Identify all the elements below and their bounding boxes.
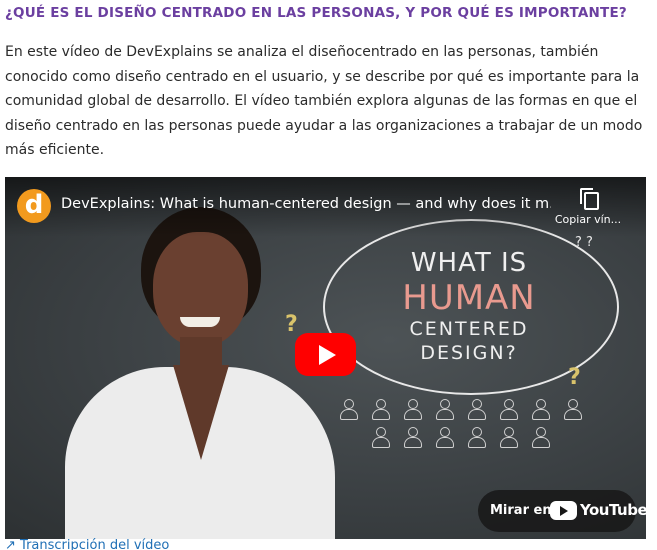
youtube-logo-icon	[550, 501, 577, 520]
copy-icon	[577, 187, 599, 210]
external-link-icon: ↗	[5, 538, 16, 550]
copy-link-label: Copiar vín...	[554, 213, 622, 226]
thumbnail-line-2: HUMAN	[402, 278, 536, 318]
person-figure-icon	[371, 427, 390, 448]
person-figure-icon	[339, 399, 358, 420]
watch-on-label: Mirar en	[490, 503, 552, 518]
copy-link-button[interactable]: Copiar vín...	[549, 187, 627, 233]
youtube-wordmark: YouTube	[580, 501, 646, 519]
thumbnail-headline: WHAT IS HUMAN CENTERED DESIGN?	[323, 247, 615, 365]
video-player[interactable]: WHAT IS HUMAN CENTERED DESIGN? ? ? ? ? d…	[5, 177, 646, 539]
person-figure-icon	[435, 399, 454, 420]
person-figure-icon	[531, 427, 550, 448]
play-icon	[319, 345, 336, 365]
question-mark-icon: ?	[285, 312, 298, 337]
thumbnail-line-4: DESIGN?	[420, 342, 518, 364]
thumbnail-line-3: CENTERED	[409, 318, 529, 340]
person-figure-icon	[435, 427, 454, 448]
person-figure-icon	[403, 399, 422, 420]
channel-logo[interactable]: d	[17, 189, 51, 223]
person-figure-icon	[563, 399, 582, 420]
question-mark-icon: ?	[568, 365, 581, 390]
person-figure-icon	[499, 427, 518, 448]
thumbnail-line-1: WHAT IS	[410, 248, 528, 278]
transcript-link-label: Transcripción del vídeo	[20, 538, 170, 550]
presenter-face	[153, 232, 248, 347]
section-heading: ¿QUÉ ES EL DISEÑO CENTRADO EN LAS PERSON…	[5, 5, 627, 21]
question-marks-doodle-icon: ? ?	[575, 235, 593, 250]
section-description: En este vídeo de DevExplains se analiza …	[5, 44, 643, 158]
person-figure-icon	[499, 399, 518, 420]
person-figure-icon	[531, 399, 550, 420]
person-figure-icon	[467, 427, 486, 448]
watch-on-youtube-button[interactable]: Mirar en YouTube	[478, 490, 646, 532]
person-figure-icon	[403, 427, 422, 448]
play-button[interactable]	[295, 333, 356, 376]
person-figure-icon	[371, 399, 390, 420]
presenter-smile	[180, 317, 220, 327]
video-title[interactable]: DevExplains: What is human-centered desi…	[61, 196, 551, 212]
crowd-illustration	[335, 399, 585, 448]
person-figure-icon	[467, 399, 486, 420]
transcript-link[interactable]: ↗ Transcripción del vídeo	[5, 538, 169, 550]
